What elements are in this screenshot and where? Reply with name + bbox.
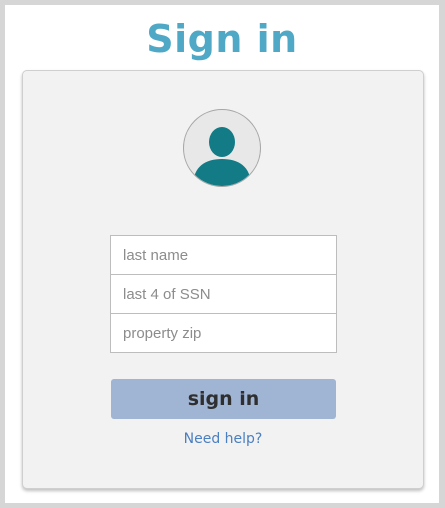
last-name-input[interactable] xyxy=(110,235,337,275)
user-silhouette-icon xyxy=(183,109,261,187)
sign-in-button[interactable]: sign in xyxy=(111,379,336,419)
page-frame: Sign in sign in Need help? xyxy=(5,5,439,503)
credentials-fields xyxy=(110,235,337,353)
sign-in-card: sign in Need help? xyxy=(22,70,424,489)
avatar-svg xyxy=(193,127,251,186)
need-help-link[interactable]: Need help? xyxy=(23,431,423,447)
page-title: Sign in xyxy=(146,17,298,61)
ssn-last4-input[interactable] xyxy=(110,274,337,314)
property-zip-input[interactable] xyxy=(110,313,337,353)
